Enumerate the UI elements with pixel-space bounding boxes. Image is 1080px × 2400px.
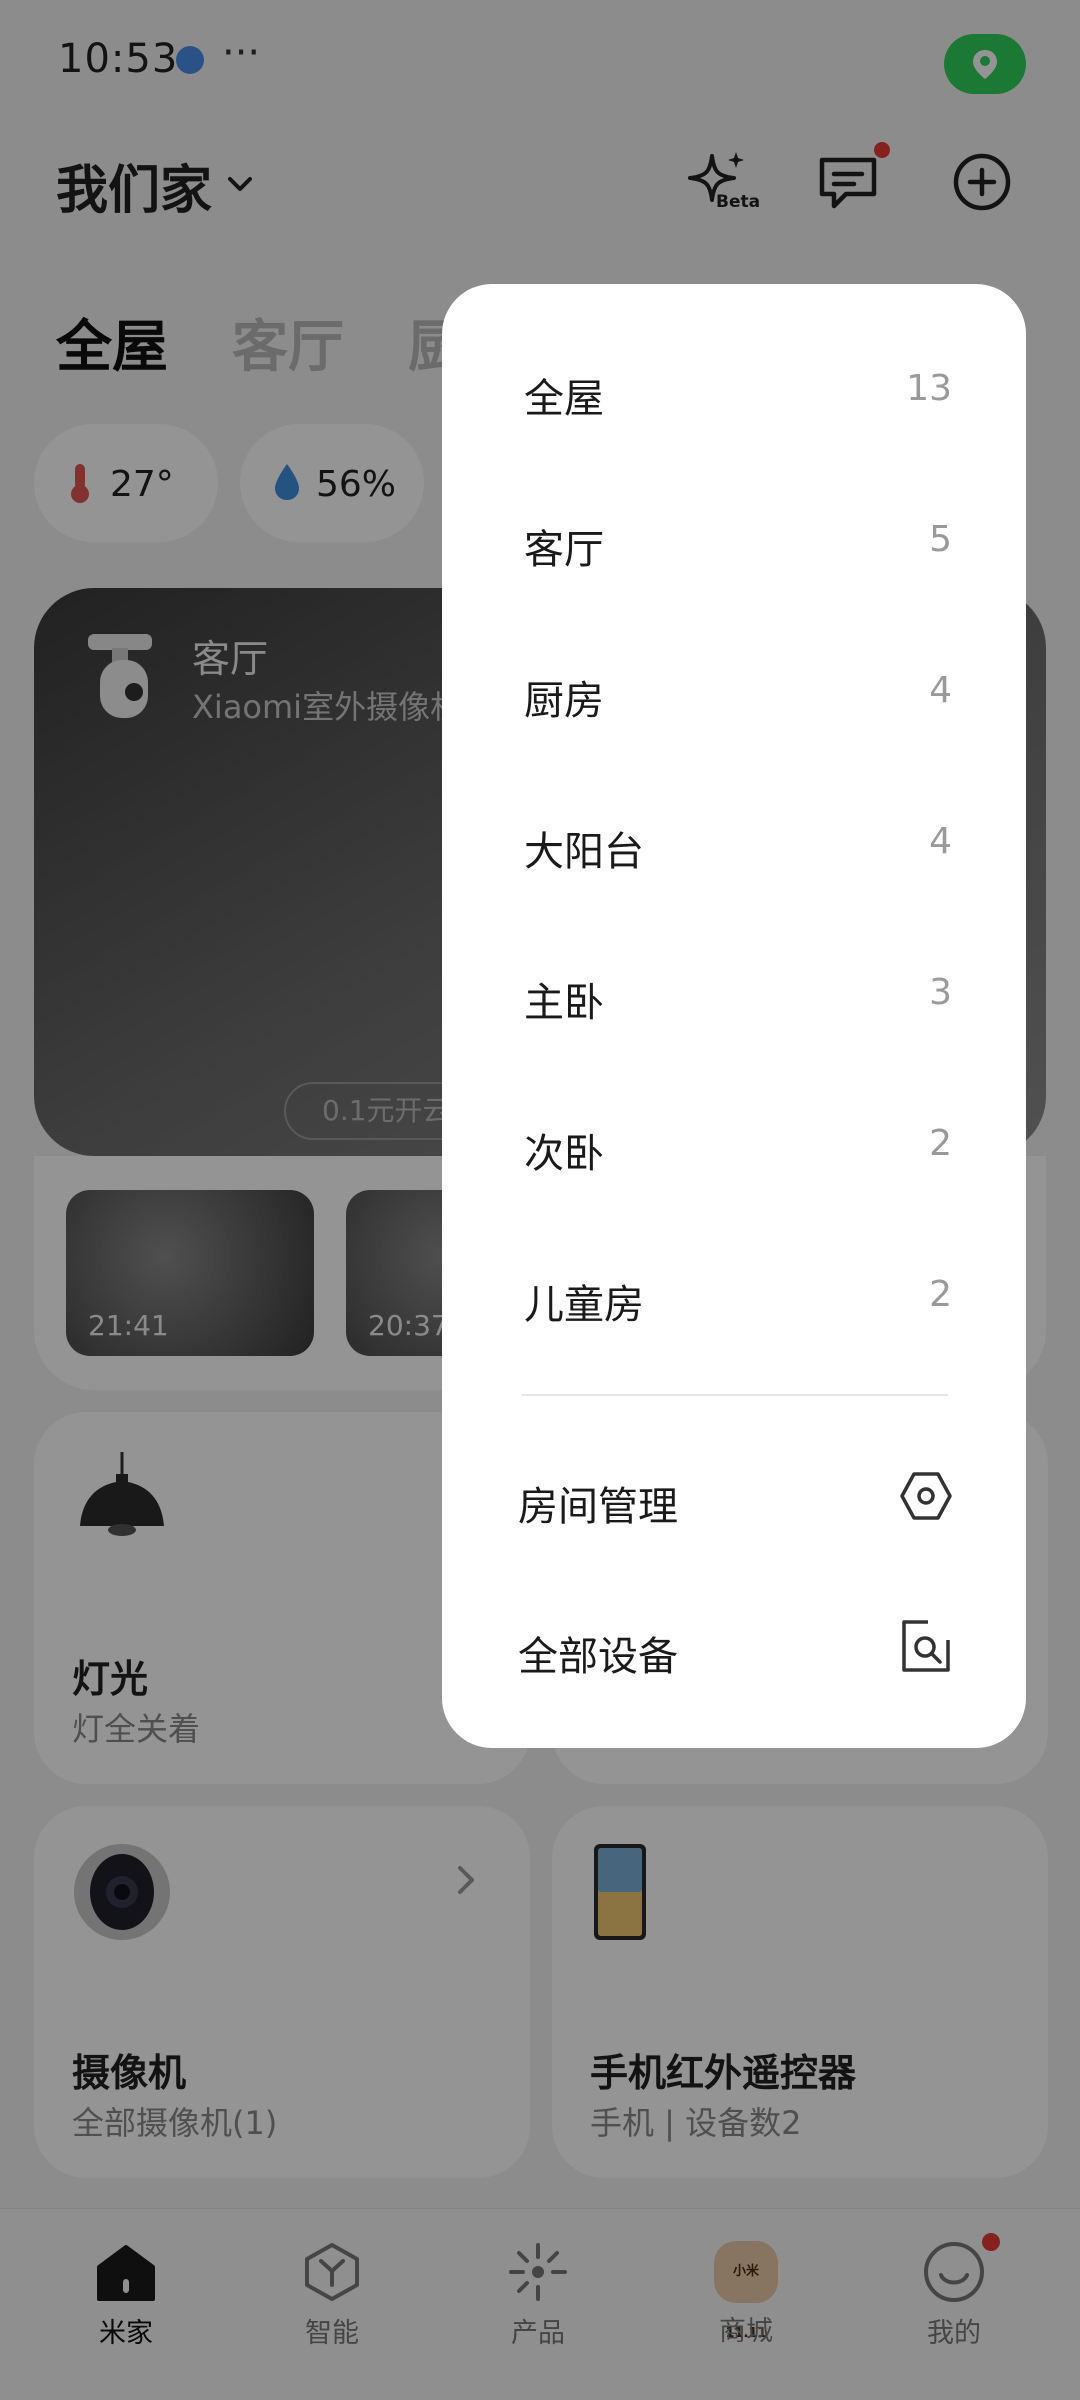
room-management-label: 房间管理 [518,1484,678,1530]
room-option-name: 客厅 [524,527,604,573]
room-device-count: 2 [929,1123,952,1164]
room-selector-menu: 全屋 13 客厅 5 厨房 4 大阳台 4 主卧 3 次卧 2 儿童房 2 房间… [442,284,1026,1748]
room-option-master-bedroom[interactable]: 主卧 3 [442,918,1026,1058]
room-option-all[interactable]: 全屋 13 [442,314,1026,454]
room-option-second-bedroom[interactable]: 次卧 2 [442,1069,1026,1209]
room-option-name: 大阳台 [524,829,644,875]
room-option-name: 次卧 [524,1131,604,1177]
room-option-name: 主卧 [524,980,604,1026]
room-device-count: 2 [929,1274,952,1315]
search-device-icon [902,1620,950,1672]
room-option-kitchen[interactable]: 厨房 4 [442,616,1026,756]
room-device-count: 5 [929,519,952,560]
room-option-living-room[interactable]: 客厅 5 [442,465,1026,605]
settings-hexagon-icon [900,1472,952,1520]
room-device-count: 4 [929,821,952,862]
room-device-count: 3 [929,972,952,1013]
room-option-name: 全屋 [524,376,604,422]
menu-divider [522,1394,948,1396]
room-device-count: 4 [929,670,952,711]
room-option-name: 厨房 [524,678,604,724]
room-option-kids-room[interactable]: 儿童房 2 [442,1220,1026,1360]
room-device-count: 13 [906,368,952,409]
room-option-name: 儿童房 [524,1282,644,1328]
room-management-action[interactable]: 房间管理 [442,1426,1026,1566]
all-devices-action[interactable]: 全部设备 [442,1576,1026,1716]
room-option-balcony[interactable]: 大阳台 4 [442,767,1026,907]
all-devices-label: 全部设备 [518,1634,678,1680]
